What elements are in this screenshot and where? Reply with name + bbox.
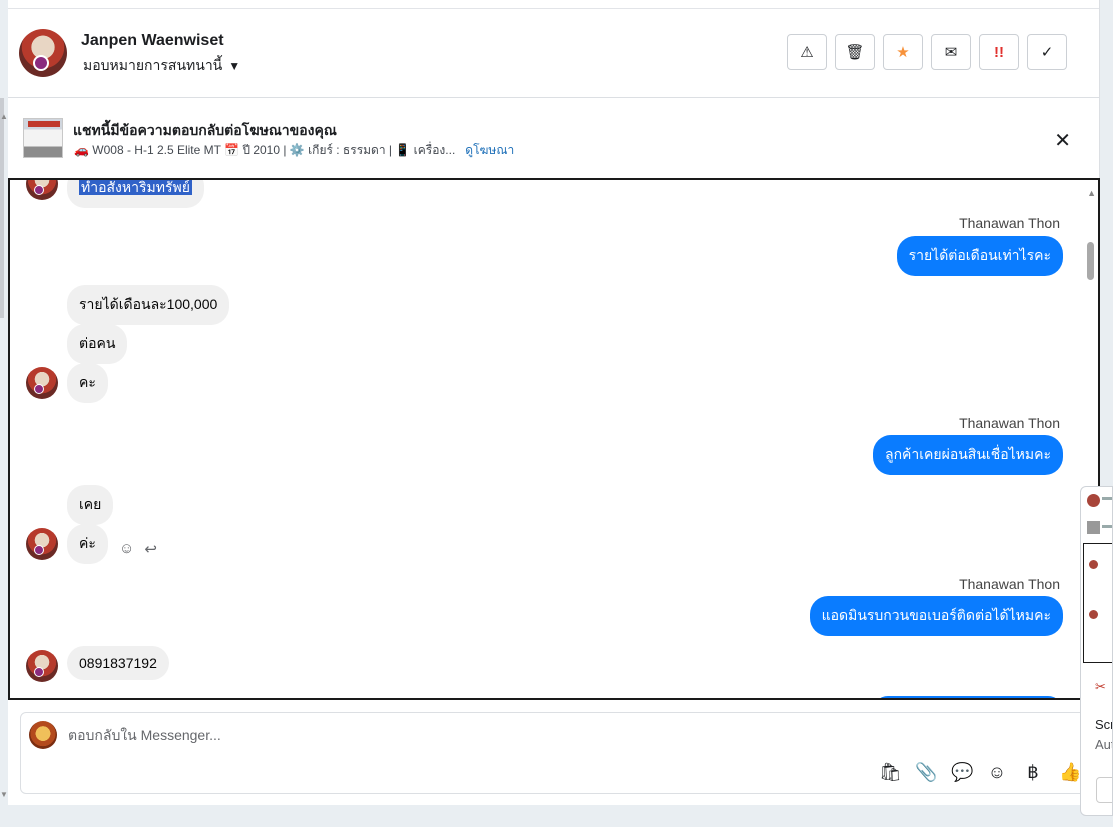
message-row-outgoing: รายได้ต่อเดือนเท่าไรคะ: [896, 236, 1063, 276]
message-row-outgoing: ลูกค้าเคยผ่อนสินเชื่อไหมคะ: [872, 435, 1063, 475]
assign-label: มอบหมายการสนทนานี้: [83, 57, 223, 73]
avatar: [26, 650, 58, 682]
reply-input[interactable]: [68, 727, 768, 743]
message-bubble[interactable]: ค่ะ: [67, 524, 108, 564]
avatar: [1089, 560, 1098, 569]
urgent-icon[interactable]: !!: [979, 34, 1019, 70]
avatar: [26, 528, 58, 560]
notification-button[interactable]: [1096, 777, 1112, 803]
message-bubble-partial[interactable]: [873, 696, 1063, 698]
message-row-incoming: คะ: [67, 363, 108, 403]
payment-baht-icon[interactable]: ฿: [1023, 762, 1043, 783]
preview-line: [1102, 497, 1112, 500]
scroll-down-arrow[interactable]: ▼: [0, 790, 8, 799]
message-bubble[interactable]: รายได้ต่อเดือนเท่าไรคะ: [896, 236, 1063, 276]
ad-banner-subtitle: 🚗 W008 - H-1 2.5 Elite MT 📅 ปี 2010 | ⚙️…: [74, 141, 514, 160]
screenshot-preview-panel[interactable]: ✂ Scr Aut: [1080, 486, 1113, 816]
message-bubble[interactable]: 0891837192: [67, 646, 169, 680]
avatar[interactable]: [19, 29, 67, 77]
trash-icon[interactable]: 🗑: [835, 34, 875, 70]
emoji-icon[interactable]: ☺: [987, 762, 1007, 783]
message-bubble[interactable]: แอดมินรบกวนขอเบอร์ติดต่อได้ไหมคะ: [809, 596, 1063, 636]
scroll-up-arrow[interactable]: ▲: [0, 112, 8, 121]
avatar: [26, 367, 58, 399]
preview-thread: [1083, 543, 1112, 663]
snipping-tool-icon: ✂: [1095, 679, 1106, 694]
close-icon[interactable]: ✕: [1054, 128, 1071, 153]
ad-details: 🚗 W008 - H-1 2.5 Elite MT 📅 ปี 2010 | ⚙️…: [74, 143, 456, 157]
message-actions: ☺ ↩: [119, 540, 157, 558]
contact-name[interactable]: Janpen Waenwiset: [81, 32, 224, 50]
avatar: [1087, 494, 1100, 507]
attachment-icon[interactable]: 📎: [915, 762, 937, 783]
ad-reply-banner: แชทนี้มีข้อความตอบกลับต่อโฆษณาของคุณ 🚗 W…: [8, 98, 1099, 176]
notification-text: Aut: [1095, 737, 1113, 752]
react-icon[interactable]: ☺: [119, 540, 134, 558]
reply-icon[interactable]: ↩: [144, 540, 157, 558]
scroll-up-arrow[interactable]: ▲: [1087, 188, 1096, 198]
conversation-header: Janpen Waenwiset มอบหมายการสนทนานี้ ▼ ⚠ …: [8, 9, 1099, 98]
sender-name: Thanawan Thon: [959, 576, 1060, 592]
warning-icon[interactable]: ⚠: [787, 34, 827, 70]
message-row-incoming: 0891837192: [67, 646, 169, 680]
message-bubble[interactable]: ทำอสังหาริมทรัพย์: [67, 179, 204, 208]
shopping-bag-icon[interactable]: 🛍: [879, 762, 902, 783]
top-divider: [8, 0, 1099, 9]
message-bubble[interactable]: ต่อคน: [67, 324, 128, 364]
star-icon[interactable]: ★: [883, 34, 923, 70]
message-row-incoming: รายได้เดือนละ100,000: [67, 285, 230, 325]
saved-reply-icon[interactable]: 💬: [951, 762, 973, 783]
ad-thumbnail: [1087, 521, 1100, 534]
ad-banner-title: แชทนี้มีข้อความตอบกลับต่อโฆษณาของคุณ: [73, 122, 337, 138]
sender-name: Thanawan Thon: [959, 215, 1060, 231]
composer-toolbar: 🛍 📎 💬 ☺ ฿ 👍: [879, 762, 1081, 783]
message-row-incoming: ค่ะ: [67, 524, 108, 564]
message-bubble[interactable]: รายได้เดือนละ100,000: [67, 285, 230, 325]
caret-down-icon: ▼: [228, 59, 241, 73]
assign-conversation-dropdown[interactable]: มอบหมายการสนทนานี้ ▼: [83, 55, 240, 77]
reply-composer: 🛍 📎 💬 ☺ ฿ 👍: [20, 712, 1090, 794]
message-bubble[interactable]: เคย: [67, 485, 114, 525]
window-left-scrollbar[interactable]: [0, 98, 4, 318]
notification-title: Scr: [1095, 717, 1113, 732]
scroll-thumb[interactable]: [1087, 242, 1094, 280]
sender-name: Thanawan Thon: [959, 415, 1060, 431]
preview-line: [1102, 525, 1112, 528]
message-bubble[interactable]: ลูกค้าเคยผ่อนสินเชื่อไหมคะ: [872, 435, 1063, 475]
inbox-conversation-pane: Janpen Waenwiset มอบหมายการสนทนานี้ ▼ ⚠ …: [8, 0, 1100, 805]
avatar: [29, 721, 57, 749]
message-thread[interactable]: ▲ ทำอสังหาริมทรัพย์ Thanawan Thon รายได้…: [8, 178, 1100, 700]
avatar: [1089, 610, 1098, 619]
selected-text: ทำอสังหาริมทรัพย์: [79, 179, 192, 195]
thumbs-up-icon[interactable]: 👍: [1059, 762, 1081, 783]
ad-thumbnail: [23, 118, 63, 158]
header-actions: ⚠ 🗑 ★ ✉ !! ✓: [787, 34, 1067, 70]
view-ad-link[interactable]: ดูโฆษณา: [465, 141, 514, 160]
check-icon[interactable]: ✓: [1027, 34, 1067, 70]
message-bubble[interactable]: คะ: [67, 363, 108, 403]
message-row-outgoing: แอดมินรบกวนขอเบอร์ติดต่อได้ไหมคะ: [809, 596, 1063, 636]
message-row-incoming: เคย: [67, 485, 114, 525]
avatar: [26, 180, 58, 200]
envelope-icon[interactable]: ✉: [931, 34, 971, 70]
message-row-incoming: ทำอสังหาริมทรัพย์: [67, 179, 204, 208]
message-row-incoming: ต่อคน: [67, 324, 128, 364]
